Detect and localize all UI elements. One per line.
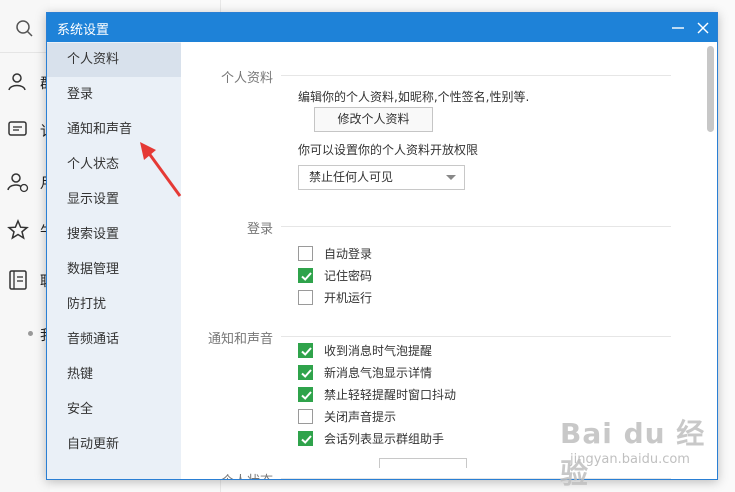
user-status-icon[interactable] [6,170,30,194]
edit-profile-button[interactable]: 修改个人资料 [314,107,433,132]
bullet [28,331,33,336]
close-button[interactable] [692,17,714,39]
sidebar-item-hotkeys[interactable]: 热键 [47,358,181,392]
sidebar-item-profile[interactable]: 个人资料 [47,43,181,77]
permission-text: 你可以设置你的个人资料开放权限 [298,143,479,157]
permission-select-value: 禁止任何人可见 [309,170,394,184]
sidebar-item-login[interactable]: 登录 [47,78,181,112]
bubble-alert-checkbox[interactable] [298,343,313,358]
sidebar-item-do-not-disturb[interactable]: 防打扰 [47,288,181,322]
scrollbar-thumb[interactable] [707,46,714,132]
sidebar-item-data[interactable]: 数据管理 [47,253,181,287]
section-title-profile: 个人资料 [220,71,273,86]
annotation-arrow-icon [140,142,182,197]
section-divider [281,336,671,337]
disable-shake-checkbox[interactable] [298,387,313,402]
address-book-icon[interactable] [6,268,30,292]
divider [0,52,46,53]
sidebar-item-audio-call[interactable]: 音频通话 [47,323,181,357]
checkmark-icon [301,391,312,400]
close-icon [697,22,709,34]
sidebar-item-search[interactable]: 搜索设置 [47,218,181,252]
minimize-icon [672,27,684,29]
checkmark-icon [301,347,312,356]
sidebar-item-security[interactable]: 安全 [47,393,181,427]
status-select-partial[interactable] [379,458,467,468]
auto-login-checkbox[interactable] [298,246,313,261]
section-divider [281,75,671,76]
remember-password-label: 记住密码 [324,269,373,283]
minimize-button[interactable] [667,17,689,39]
section-title-notifications: 通知和声音 [207,332,273,347]
group-assistant-checkbox[interactable] [298,431,313,446]
profile-description: 编辑你的个人资料,如昵称,个性签名,性别等. [298,90,530,104]
checkmark-icon [301,435,312,444]
section-title-status: 个人状态 [181,470,273,479]
chat-icon[interactable] [6,118,30,142]
section-title-login: 登录 [246,222,273,237]
bubble-detail-label: 新消息气泡显示详情 [324,366,433,380]
bubble-detail-checkbox[interactable] [298,365,313,380]
dialog-titlebar[interactable]: 系统设置 [47,13,717,42]
contacts-icon[interactable] [6,70,30,94]
checkmark-icon [301,272,312,281]
disable-shake-label: 禁止轻轻提醒时窗口抖动 [324,388,457,402]
sidebar-item-auto-update[interactable]: 自动更新 [47,428,181,462]
search-icon[interactable] [10,14,40,42]
mute-sound-label: 关闭声音提示 [324,410,397,424]
mute-sound-checkbox[interactable] [298,409,313,424]
section-divider [281,226,671,227]
group-assistant-label: 会话列表显示群组助手 [324,432,445,446]
permission-select[interactable]: 禁止任何人可见 [298,165,465,190]
watermark-sub: jingyan.baidu.com [570,452,690,467]
bubble-alert-label: 收到消息时气泡提醒 [324,344,433,358]
startup-run-label: 开机运行 [324,291,373,305]
checkmark-icon [301,369,312,378]
baidu-watermark: Bai du 经验 jingyan.baidu.com [560,410,710,490]
dialog-title: 系统设置 [57,23,110,38]
chevron-down-icon [446,175,456,180]
auto-login-label: 自动登录 [324,247,373,261]
star-icon[interactable] [6,218,30,242]
startup-run-checkbox[interactable] [298,290,313,305]
remember-password-checkbox[interactable] [298,268,313,283]
settings-sidebar: 个人资料 登录 通知和声音 个人状态 显示设置 搜索设置 数据管理 防打扰 音频… [47,42,181,479]
